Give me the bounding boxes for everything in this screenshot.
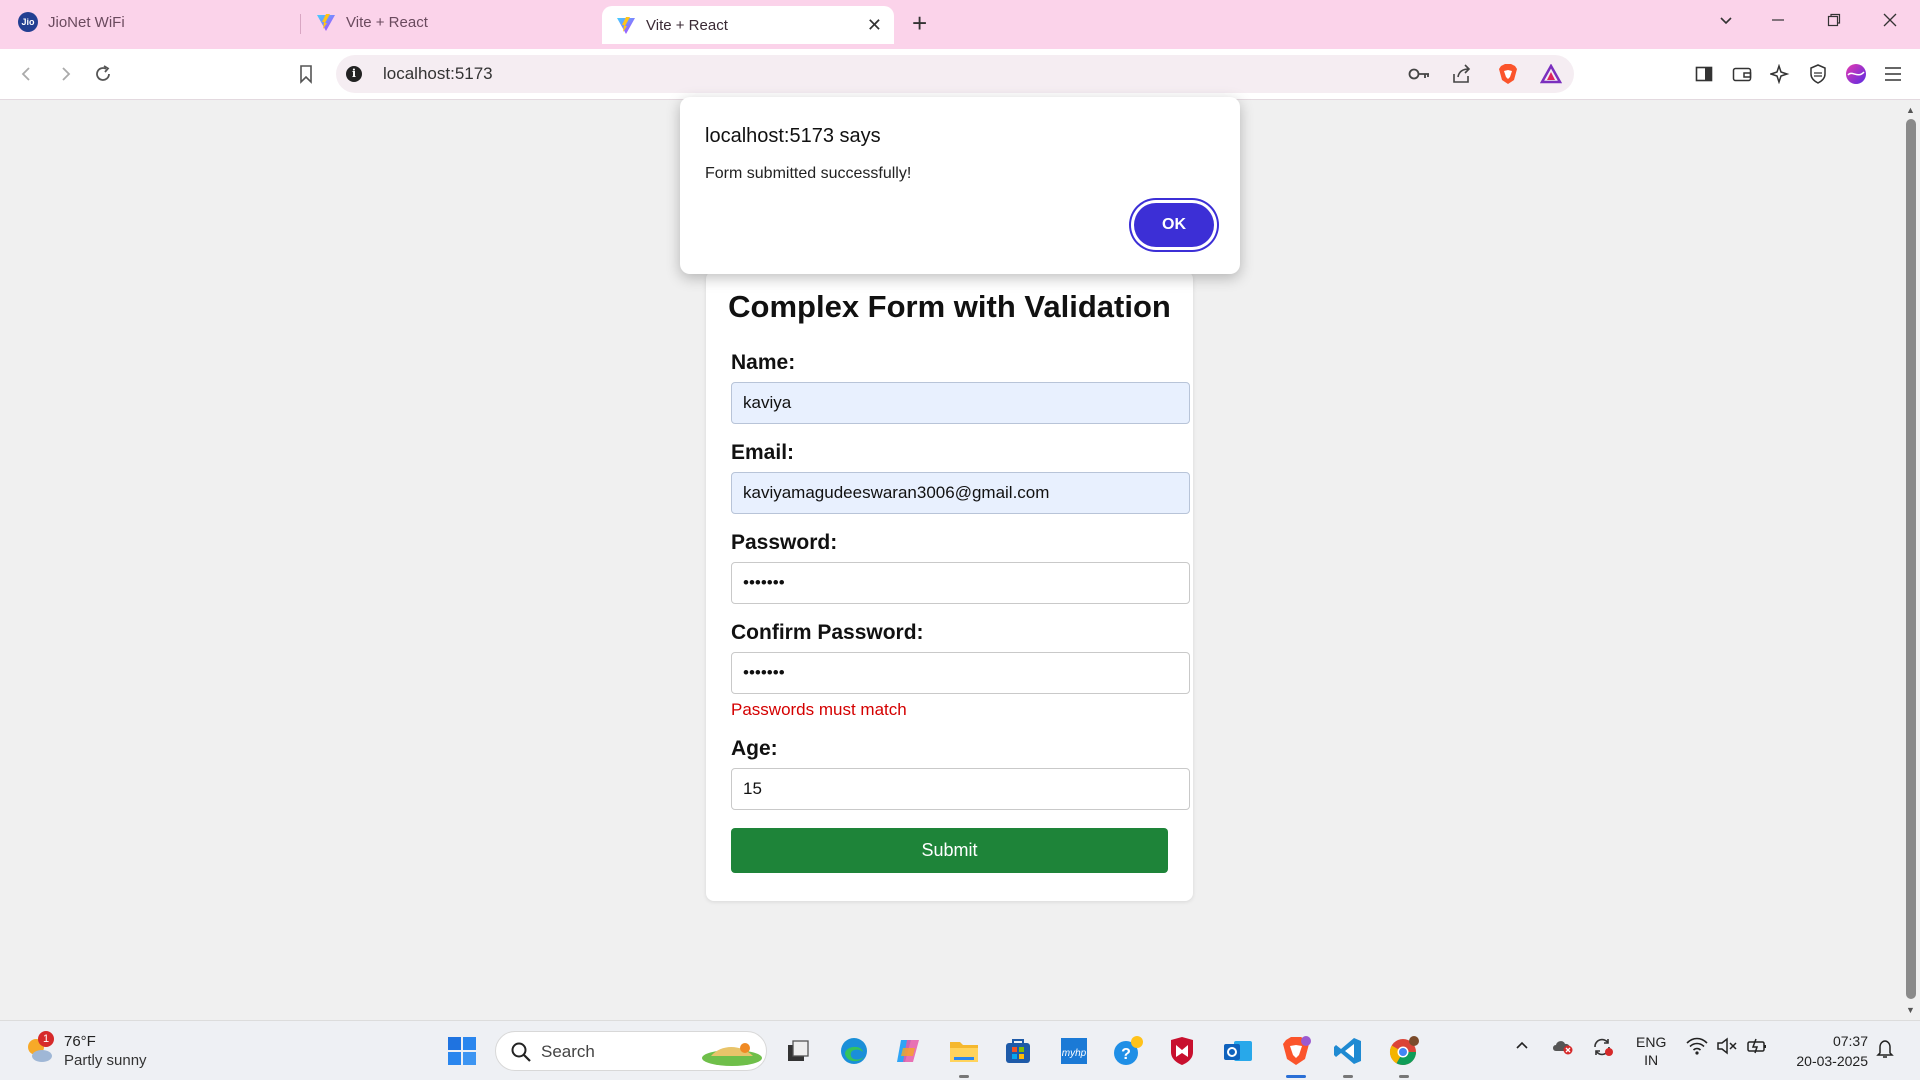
email-label: Email: [731,441,795,464]
vite-icon [617,17,635,34]
leo-ai-icon[interactable] [1767,61,1793,87]
get-help-icon[interactable]: ? [1108,1031,1148,1071]
brave-shields-icon[interactable] [1496,63,1520,85]
copilot-icon[interactable] [888,1031,928,1071]
tab-strip: Jio JioNet WiFi Vite + React Vite + Reac… [0,0,1920,49]
confirm-password-input[interactable]: ••••••• [731,652,1190,694]
tab-separator [300,14,301,34]
tab-vite-1[interactable]: Vite + React [316,0,596,44]
clock-time: 07:37 [1832,1033,1868,1049]
search-icon [511,1042,531,1062]
sidebar-toggle-icon[interactable] [1691,61,1717,87]
site-info-icon[interactable]: i [346,66,362,82]
weather-condition: Partly sunny [64,1052,147,1069]
weather-temp: 76°F [64,1033,96,1050]
vite-icon [317,14,335,31]
password-key-icon[interactable] [1408,63,1432,85]
dialog-message: Form submitted successfully! [705,165,912,182]
name-label: Name: [731,351,796,374]
language-code: ENG [1636,1034,1667,1050]
microsoft-store-icon[interactable] [998,1031,1038,1071]
browser-toolbar: i localhost:5173 [0,49,1920,100]
password-input[interactable]: ••••••• [731,562,1190,604]
svg-text:myhp: myhp [1062,1048,1087,1059]
page-scrollbar[interactable]: ▲ ▼ [1902,101,1920,1020]
back-icon[interactable] [14,61,40,87]
chrome-icon[interactable] [1384,1031,1424,1071]
vscode-icon[interactable] [1328,1031,1368,1071]
input-language[interactable]: ENG IN [1636,1033,1666,1069]
battery-charging-icon[interactable] [1746,1037,1768,1058]
brave-active-indicator [1286,1075,1306,1078]
windows-start-icon[interactable] [442,1031,482,1071]
age-input[interactable]: 15 [731,768,1190,810]
system-clock[interactable]: 07:37 20-03-2025 [1782,1031,1868,1071]
forward-icon[interactable] [52,61,78,87]
search-label: Search [541,1042,595,1061]
show-hidden-icons-chevron-icon[interactable] [1514,1037,1530,1056]
scrollbar-thumb[interactable] [1906,119,1916,999]
mcafee-icon[interactable] [1162,1031,1202,1071]
alert-dialog: localhost:5173 says Form submitted succe… [680,97,1240,274]
vscode-indicator [1343,1075,1353,1078]
sync-update-icon[interactable] [1591,1037,1615,1060]
file-explorer-indicator [959,1075,969,1078]
bookmark-icon[interactable] [293,61,319,87]
scroll-up-icon[interactable]: ▲ [1906,105,1915,115]
reload-icon[interactable] [90,61,116,87]
edge-browser-icon[interactable] [834,1031,874,1071]
scroll-down-icon[interactable]: ▼ [1906,1005,1915,1015]
taskbar-search[interactable]: Search [495,1031,767,1071]
region-code: IN [1644,1052,1659,1068]
outlook-icon[interactable] [1218,1031,1258,1071]
menu-hamburger-icon[interactable] [1880,61,1906,87]
search-highlight-icon [702,1043,762,1066]
brave-rewards-icon[interactable] [1539,63,1563,85]
wifi-icon[interactable] [1686,1037,1708,1058]
form-title: Complex Form with Validation [728,289,1171,324]
weather-widget[interactable]: 1 76°F Partly sunny [22,1031,202,1071]
jio-icon: Jio [18,12,38,32]
clock-date: 20-03-2025 [1796,1053,1868,1069]
brave-browser-taskbar-icon[interactable] [1272,1031,1320,1071]
dialog-title: localhost:5173 says [705,125,881,147]
task-view-icon[interactable] [778,1031,818,1071]
notifications-bell-icon[interactable] [1876,1039,1894,1062]
url-text: localhost:5173 [383,64,493,83]
profile-avatar-icon[interactable] [1843,61,1869,87]
name-input[interactable]: kaviya [731,382,1190,424]
tab-jionet[interactable]: Jio JioNet WiFi [18,0,298,44]
taskbar: 1 76°F Partly sunny Search myhp ? ENG IN… [0,1020,1920,1080]
dialog-ok-button[interactable]: OK [1134,203,1214,247]
volume-muted-icon[interactable] [1716,1037,1738,1058]
vpn-shield-icon[interactable] [1805,61,1831,87]
chrome-indicator [1399,1075,1409,1078]
submit-button[interactable]: Submit [731,828,1168,873]
form-card: Complex Form with Validation Name: kaviy… [706,271,1193,901]
restore-icon[interactable] [1826,12,1842,32]
onedrive-error-icon[interactable] [1551,1037,1575,1058]
new-tab-icon[interactable]: + [912,10,927,36]
wallet-icon[interactable] [1729,61,1755,87]
tab-title: Vite + React [646,16,728,34]
confirm-password-error: Passwords must match [731,700,907,719]
password-label: Password: [731,531,838,554]
myhp-icon[interactable]: myhp [1054,1031,1094,1071]
share-icon[interactable] [1450,63,1474,85]
close-tab-icon[interactable]: ✕ [867,16,882,34]
tab-vite-active[interactable]: Vite + React ✕ [602,6,894,44]
address-bar[interactable]: i localhost:5173 [336,55,1574,93]
tab-search-chevron-icon[interactable] [1718,12,1734,32]
svg-text:?: ? [1121,1046,1131,1063]
close-window-icon[interactable] [1882,12,1898,32]
file-explorer-icon[interactable] [944,1031,984,1071]
email-input[interactable]: kaviyamagudeeswaran3006@gmail.com [731,472,1190,514]
weather-badge: 1 [38,1031,54,1047]
tab-title: Vite + React [346,13,428,31]
minimize-icon[interactable] [1770,12,1786,32]
tab-title: JioNet WiFi [48,13,125,31]
confirm-password-label: Confirm Password: [731,621,924,644]
age-label: Age: [731,737,778,760]
